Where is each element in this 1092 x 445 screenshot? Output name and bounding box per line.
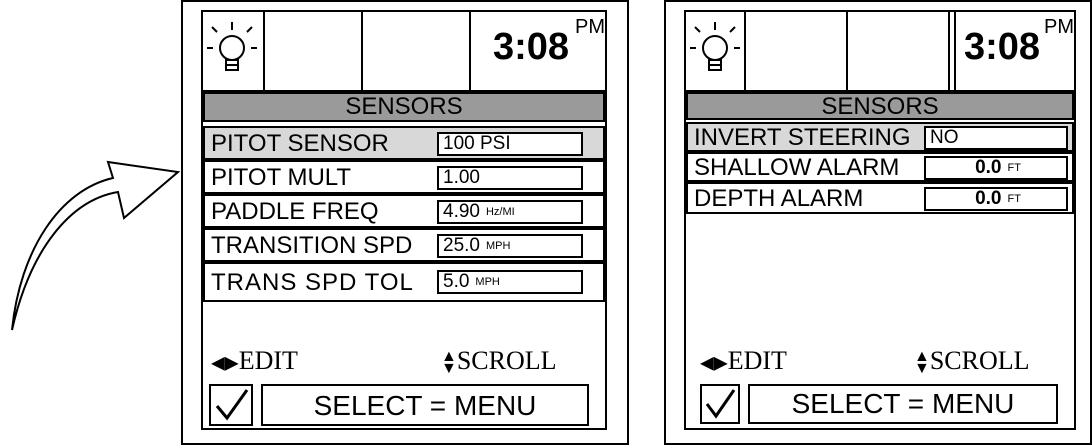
menu-row-pitot-sensor[interactable]: PITOT SENSOR 100 PSI — [203, 126, 605, 160]
edit-hint: ◀▶EDIT — [700, 346, 787, 376]
checkmark-button[interactable] — [209, 384, 253, 426]
backlight-bulb-icon[interactable] — [207, 18, 257, 82]
clock-ampm: PM — [575, 16, 605, 38]
select-menu-button[interactable]: SELECT = MENU — [261, 384, 589, 426]
row-unit: MPH — [475, 276, 500, 288]
menu-row-pitot-mult[interactable]: PITOT MULT 1.00 — [203, 160, 605, 194]
row-value: 100 PSI — [443, 133, 511, 154]
row-label: TRANS SPD TOL — [211, 269, 414, 296]
left-right-arrows-icon: ◀▶ — [211, 352, 239, 373]
header-divider — [263, 12, 265, 90]
pointer-arrow — [11, 160, 181, 331]
row-value: 0.0 — [975, 157, 1002, 178]
clock-time: 3:08 — [493, 26, 570, 68]
scroll-label: SCROLL — [456, 346, 557, 375]
menu-row-trans-spd-tol[interactable]: TRANS SPD TOL 5.0 MPH — [203, 262, 605, 302]
row-value: 5.0 — [443, 271, 470, 292]
lcd-frame: 3:08 PM SENSORS PITOT SENSOR 100 PSI PIT… — [201, 10, 607, 430]
edit-label: EDIT — [238, 346, 298, 375]
row-value-field[interactable]: 1.00 — [437, 166, 583, 190]
edit-hint: ◀▶EDIT — [211, 346, 298, 376]
row-unit: MPH — [485, 240, 511, 252]
clock-time: 3:08 — [964, 26, 1041, 68]
row-unit: FT — [1007, 193, 1021, 205]
row-label: SHALLOW ALARM — [694, 154, 900, 181]
page-title: SENSORS — [203, 92, 605, 122]
row-label: TRANSITION SPD — [211, 232, 413, 259]
row-unit: FT — [1007, 162, 1021, 174]
row-label: DEPTH ALARM — [694, 185, 864, 212]
header-divider — [469, 12, 471, 90]
header-divider — [948, 12, 950, 90]
menu-row-invert-steering[interactable]: INVERT STEERING NO — [686, 122, 1074, 152]
up-down-arrows-icon: ▲ ▼ — [914, 348, 930, 378]
row-value-field[interactable]: 100 PSI — [437, 132, 583, 156]
row-value: 25.0 — [443, 235, 480, 256]
backlight-bulb-icon[interactable] — [690, 18, 740, 82]
row-label: PITOT MULT — [211, 164, 352, 191]
scroll-hint: ▲ ▼SCROLL — [914, 346, 1030, 378]
row-value: 4.90 — [443, 201, 480, 222]
display-panel-left: 3:08 PM SENSORS PITOT SENSOR 100 PSI PIT… — [181, 0, 629, 445]
edit-label: EDIT — [727, 346, 787, 375]
row-value-field[interactable]: 4.90 Hz/MI — [437, 200, 583, 224]
up-down-arrows-icon: ▲ ▼ — [441, 348, 457, 378]
scroll-label: SCROLL — [929, 346, 1030, 375]
row-value-field[interactable]: 0.0 FT — [924, 187, 1068, 211]
row-unit: Hz/MI — [485, 206, 515, 218]
menu-row-transition-spd[interactable]: TRANSITION SPD 25.0 MPH — [203, 228, 605, 262]
row-value: NO — [930, 127, 959, 148]
lcd-frame: 3:08 PM SENSORS INVERT STEERING NO SHALL… — [684, 10, 1076, 430]
row-label: INVERT STEERING — [694, 124, 911, 151]
row-label: PITOT SENSOR — [211, 130, 389, 157]
header-divider — [954, 12, 956, 90]
menu-row-depth-alarm[interactable]: DEPTH ALARM 0.0 FT — [686, 182, 1074, 214]
clock-ampm: PM — [1044, 16, 1074, 38]
row-label: PADDLE FREQ — [211, 198, 379, 225]
select-menu-button[interactable]: SELECT = MENU — [748, 384, 1058, 424]
scroll-hint: ▲ ▼SCROLL — [441, 346, 557, 378]
left-right-arrows-icon: ◀▶ — [700, 352, 728, 373]
menu-row-shallow-alarm[interactable]: SHALLOW ALARM 0.0 FT — [686, 152, 1074, 182]
header-divider — [744, 12, 746, 90]
menu-row-paddle-freq[interactable]: PADDLE FREQ 4.90 Hz/MI — [203, 194, 605, 228]
page-title: SENSORS — [686, 92, 1074, 120]
row-value: 0.0 — [975, 188, 1002, 209]
checkmark-icon — [215, 389, 249, 421]
display-panel-right: 3:08 PM SENSORS INVERT STEERING NO SHALL… — [664, 0, 1092, 445]
checkmark-button[interactable] — [700, 384, 740, 424]
status-header: 3:08 PM — [686, 12, 1074, 92]
header-divider — [846, 12, 848, 90]
row-value-field[interactable]: 25.0 MPH — [437, 234, 583, 258]
checkmark-icon — [705, 389, 736, 419]
row-value: 1.00 — [443, 167, 480, 188]
header-divider — [361, 12, 363, 90]
row-value-field[interactable]: NO — [924, 126, 1068, 150]
row-value-field[interactable]: 5.0 MPH — [437, 270, 583, 294]
status-header: 3:08 PM — [203, 12, 605, 92]
row-value-field[interactable]: 0.0 FT — [924, 156, 1068, 180]
